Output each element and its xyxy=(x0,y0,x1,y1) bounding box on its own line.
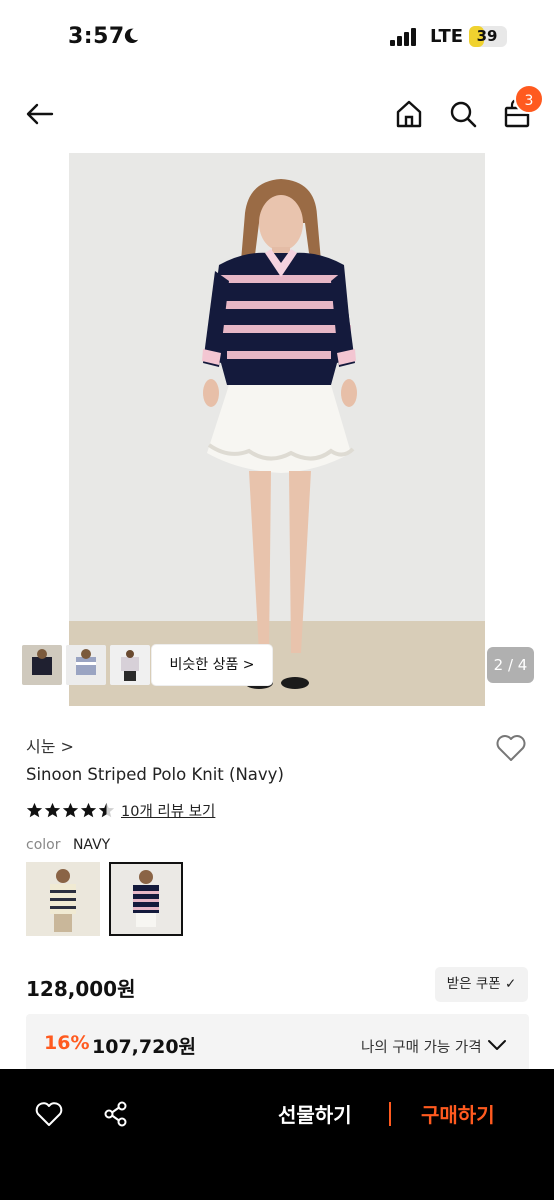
buy-button[interactable]: 구매하기 xyxy=(421,1099,495,1128)
status-time: 3:57 xyxy=(68,24,125,49)
share-icon[interactable] xyxy=(101,1099,131,1129)
brand-link[interactable]: 시눈 > xyxy=(26,733,74,757)
selected-color: NAVY xyxy=(72,837,111,853)
half-star-icon xyxy=(98,802,115,818)
star-icon xyxy=(80,802,97,818)
similar-products-button[interactable]: 비슷한 상품 > xyxy=(152,645,272,685)
color-label: color xyxy=(26,837,61,853)
gallery-thumbnail[interactable] xyxy=(110,645,150,685)
top-nav-bar xyxy=(0,84,554,144)
search-icon[interactable] xyxy=(447,98,479,130)
model-photo xyxy=(69,153,485,706)
product-title: Sinoon Striped Polo Knit (Navy) xyxy=(26,765,284,784)
cart-count-badge: 3 xyxy=(514,84,544,114)
battery-indicator: 39 xyxy=(469,26,507,47)
heart-icon[interactable] xyxy=(34,1099,64,1129)
network-label: LTE xyxy=(430,26,464,47)
my-price: 107,720원 xyxy=(92,1036,197,1058)
received-coupon-button[interactable]: 받은 쿠폰 ✓ xyxy=(435,967,528,1002)
status-bar: 3:57 LTE 39 xyxy=(0,0,554,76)
product-detail-screen: 3:57 LTE 39 3 비슷한 상품 > 2 / 4 시눈 > Sinoon… xyxy=(0,0,554,1200)
gallery-thumbnail[interactable] xyxy=(66,645,106,685)
home-icon[interactable] xyxy=(393,98,425,130)
chevron-down-icon[interactable] xyxy=(486,1034,508,1056)
star-icon xyxy=(62,802,79,818)
gallery-thumbnail[interactable] xyxy=(22,645,62,685)
color-option-row: color NAVY xyxy=(26,837,110,853)
back-arrow-icon[interactable] xyxy=(24,98,56,130)
star-icon xyxy=(26,802,43,818)
original-price: 128,000원 xyxy=(26,977,136,1001)
button-divider xyxy=(389,1102,391,1126)
star-icon xyxy=(44,802,61,818)
color-swatch-cream[interactable] xyxy=(26,862,100,936)
review-link[interactable]: 10개 리뷰 보기 xyxy=(121,800,215,821)
moon-icon xyxy=(124,28,139,44)
discount-rate: 16% xyxy=(44,1032,90,1054)
gift-button[interactable]: 선물하기 xyxy=(278,1099,352,1128)
my-price-label: 나의 구매 가능 가격 xyxy=(361,1040,482,1056)
bottom-action-bar: 선물하기 구매하기 xyxy=(0,1069,554,1200)
color-swatch-navy[interactable] xyxy=(109,862,183,936)
my-price-box[interactable]: 16% 107,720원 나의 구매 가능 가격 xyxy=(26,1014,529,1074)
image-page-indicator: 2 / 4 xyxy=(487,647,534,683)
product-main-image[interactable] xyxy=(69,153,485,706)
wishlist-heart-icon[interactable] xyxy=(494,731,528,765)
signal-icon xyxy=(390,28,416,46)
battery-percent: 39 xyxy=(476,27,498,45)
